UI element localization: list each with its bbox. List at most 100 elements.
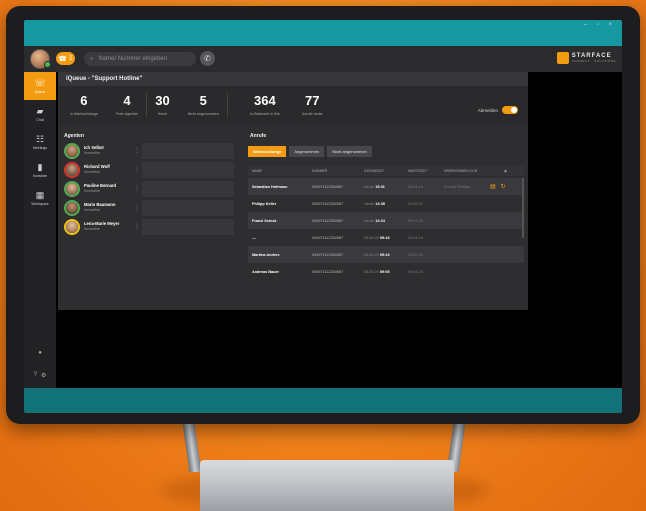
sidebar-item-label: Meetings [32,145,48,150]
column-header-taken-by[interactable]: ÜBERNOMMEN VON [440,169,500,173]
table-row[interactable]: Martina Andres 004971112334567 03.05.20 … [248,246,524,263]
call-wait: 00:04:18 [408,235,423,240]
logout-toggle-group: Abmelden [478,106,518,114]
call-time: 12:24 [375,218,385,223]
record-icon[interactable]: ● [38,350,42,356]
window-controls[interactable]: – ▫ × [584,22,616,28]
active-calls-badge[interactable]: ☎ 1 [56,52,75,65]
sidebar-item-queue[interactable]: ☏ Queue [24,72,56,100]
call-day: Heute [364,184,375,189]
more-options-icon[interactable]: ⋮ [134,223,140,230]
stat-divider [146,93,148,117]
columns-toggle-icon[interactable]: ◉ [500,169,507,173]
caller-name: Philipp Keller [252,201,277,206]
table-row[interactable]: Andreas Bauer 004971112334567 03.05.20 0… [248,263,524,280]
stat-missed: 5 Nicht angenommen [187,93,219,117]
sidebar-item-label: Queue [34,89,46,94]
more-options-icon[interactable]: ⋮ [134,204,140,211]
chat-icon: ▰ [36,105,44,116]
search-placeholder: Name/ Nummer eingeben [98,56,168,62]
sidebar-item-workspace[interactable]: ▦ Workspace [24,184,56,212]
stat-value: 364 [254,93,276,108]
agent-location: Homeoffice [84,208,101,212]
stat-divider [226,93,228,117]
agent-call-slot [142,143,234,159]
calls-table-header: NAME NUMMER DATUM/ZEIT WARTEZEIT ÜBERNOM… [248,166,524,176]
tab-accepted[interactable]: Angenommen [289,146,325,157]
call-day: Heute [364,218,375,223]
call-time: 15:31 [375,184,385,189]
stat-label: In Warteschlange [70,112,98,116]
column-header-wait[interactable]: WARTEZEIT [404,169,440,173]
agent-row[interactable]: Pauline Bernard Homeoffice ⋮ [58,180,240,198]
stat-value: 5 [199,93,207,108]
gear-icon[interactable]: ⚙ [41,372,46,379]
sidebar-item-chat[interactable]: ▰ Chat [24,100,56,128]
more-options-icon[interactable]: ⋮ [134,166,140,173]
table-row[interactable]: Franzi Schulz 004971112334567 Heute 12:2… [248,212,524,229]
caller-name: — [252,235,256,240]
agent-row[interactable]: Ich Selbst Homeoffice ⋮ [58,142,240,160]
caller-number: 004971112334567 [312,235,344,240]
call-datetime: 03.05.20 09:44 [360,236,404,240]
phone-icon: ☏ [34,77,46,88]
agent-row[interactable]: Richard Wolf Homeoffice ⋮ [58,161,240,179]
caller-number: 004971112334567 [312,218,344,223]
search-input[interactable]: ⌕ Name/ Nummer eingeben [84,52,196,66]
more-options-icon[interactable]: ⋮ [134,185,140,192]
starface-logo-icon [556,52,569,64]
call-wait: 00:04:23 [408,269,423,274]
queue-title: iQueue - "Support Hotline" [58,72,528,86]
table-row[interactable]: Sebastian Hofmann 004971112334567 Heute … [248,178,524,195]
column-header-datetime[interactable]: DATUM/ZEIT [360,169,404,173]
call-time: 09:24 [379,252,390,257]
more-options-icon[interactable]: ⋮ [134,147,140,154]
callback-icon[interactable]: ↻ [501,183,506,190]
help-icon[interactable]: ? [34,372,37,379]
agent-name: Ich Selbst [84,145,104,150]
brand-logo: STARFACE CONNECT · SOLUTIONS [556,52,616,64]
stat-waiting: 6 In Warteschlange [70,93,98,117]
call-datetime: Heute 13:35 [360,202,404,206]
search-icon: ⌕ [90,55,94,62]
column-header-number[interactable]: NUMMER [308,169,360,173]
stat-today: 30 Heute [155,94,169,117]
sidebar-item-meetings[interactable]: ☷ Meetings [24,128,56,156]
stat-free-agents: 4 Freie Agenten [116,93,138,117]
sidebar: ☏ Queue ▰ Chat ☷ Meetings ▮ Kontakte ▦ W… [24,72,56,388]
stat-value: 4 [123,93,131,108]
sidebar-item-contacts[interactable]: ▮ Kontakte [24,156,56,184]
stat-label: Nicht angenommen [187,112,219,116]
agent-call-slot [142,219,234,235]
agent-row[interactable]: Lena-Marie Meyer Homeoffice ⋮ [58,218,240,236]
phone-icon: ☎ [58,55,67,63]
calls-panel: Anrufe Warteschlange Angenommen Nicht an… [244,128,528,310]
brand-subtitle: CONNECT · SOLUTIONS [571,59,616,63]
call-day: 03.05.20 [364,252,379,257]
caller-name: Martina Andres [252,252,280,257]
agent-location: Homeoffice [84,170,101,174]
agent-row[interactable]: Mario Baumann Homeoffice ⋮ [58,199,240,217]
table-row[interactable]: Philipp Keller 004971112334567 Heute 13:… [248,195,524,212]
caller-number: 004971112334567 [312,269,344,274]
caller-number: 004971112334567 [312,184,344,189]
presence-dot [44,61,51,68]
stat-value: 6 [80,93,88,108]
agent-name: Pauline Bernard [84,183,117,188]
queue-panel: iQueue - "Support Hotline" 6 In Wartesch… [58,72,528,310]
stand-base [200,460,454,511]
row-actions: ▤ ↻ [490,183,520,190]
calls-scrollbar[interactable] [522,178,524,238]
stat-calls-today: 77 Anrufe heute [302,94,323,117]
tab-missed[interactable]: Nicht angenommen [327,146,372,157]
note-icon[interactable]: ▤ [490,183,496,190]
monitor: – ▫ × ☎ 1 ⌕ Name/ Nummer eingeben ✆ STAR… [6,6,640,424]
call-datetime: 03.05.20 09:05 [360,270,404,274]
dial-button[interactable]: ✆ [200,51,215,66]
sidebar-item-label: Kontakte [33,173,47,178]
column-header-name[interactable]: NAME [248,169,308,173]
tab-waiting[interactable]: Warteschlange [248,146,287,157]
queue-login-toggle[interactable] [502,106,518,114]
agent-call-slot [142,200,234,216]
table-row[interactable]: — 004971112334567 03.05.20 09:44 00:04:1… [248,229,524,246]
